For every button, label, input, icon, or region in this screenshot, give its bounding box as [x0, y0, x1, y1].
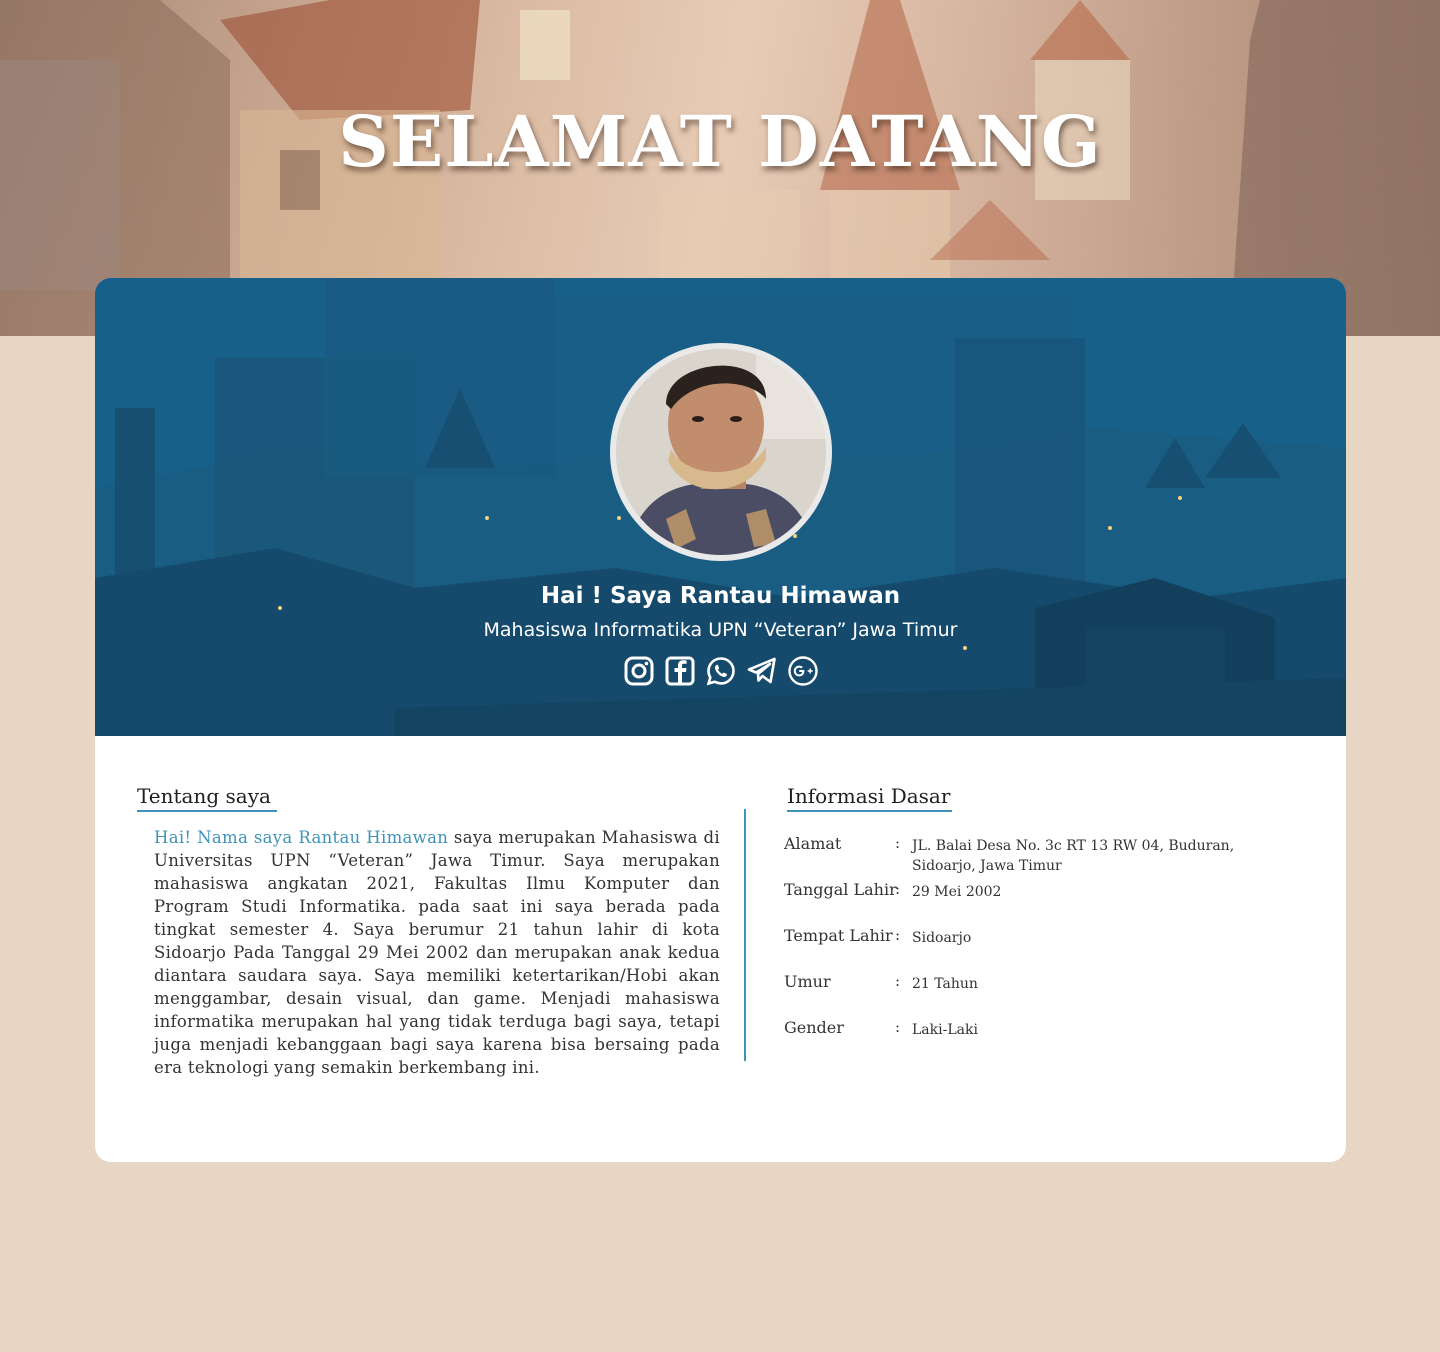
info-label: Alamat [784, 834, 842, 853]
about-heading: Tentang saya [137, 784, 277, 812]
whatsapp-icon[interactable] [705, 655, 737, 687]
profile-cover: Hai ! Saya Rantau Himawan Mahasiswa Info… [95, 278, 1346, 736]
telegram-icon[interactable] [746, 655, 778, 687]
info-label: Umur [784, 972, 831, 991]
info-colon: : [895, 834, 901, 852]
about-paragraph: Hai! Nama saya Rantau Himawan saya merup… [154, 826, 720, 1079]
google-plus-icon[interactable] [787, 655, 819, 687]
profile-role: Mahasiswa Informatika UPN “Veteran” Jawa… [483, 619, 958, 641]
social-links [95, 655, 1346, 687]
info-colon: : [895, 880, 901, 898]
info-value: 29 Mei 2002 [912, 884, 1002, 900]
page-title: SELAMAT DATANG [338, 100, 1102, 183]
info-value: Laki-Laki [912, 1022, 978, 1038]
info-colon: : [895, 972, 901, 990]
about-greeting: Hai! Nama saya Rantau Himawan [154, 828, 449, 847]
info-label: Tanggal Lahir [784, 880, 897, 899]
info-heading: Informasi Dasar [787, 784, 952, 812]
section-divider [744, 809, 746, 1061]
info-colon: : [895, 1018, 901, 1036]
info-colon: : [895, 926, 901, 944]
info-value: Sidoarjo [912, 930, 972, 946]
instagram-icon[interactable] [623, 655, 655, 687]
avatar [610, 343, 832, 561]
info-value: 21 Tahun [912, 976, 978, 992]
info-value: JL. Balai Desa No. 3c RT 13 RW 04, Budur… [912, 838, 1235, 874]
profile-name: Hai ! Saya Rantau Himawan [540, 583, 901, 609]
info-label: Gender [784, 1018, 844, 1037]
info-label: Tempat Lahir [784, 926, 893, 945]
profile-card: Hai ! Saya Rantau Himawan Mahasiswa Info… [95, 278, 1346, 1162]
avatar-photo [616, 349, 826, 555]
facebook-icon[interactable] [664, 655, 696, 687]
about-body-text: saya merupakan Mahasiswa di Universitas … [154, 828, 720, 1077]
